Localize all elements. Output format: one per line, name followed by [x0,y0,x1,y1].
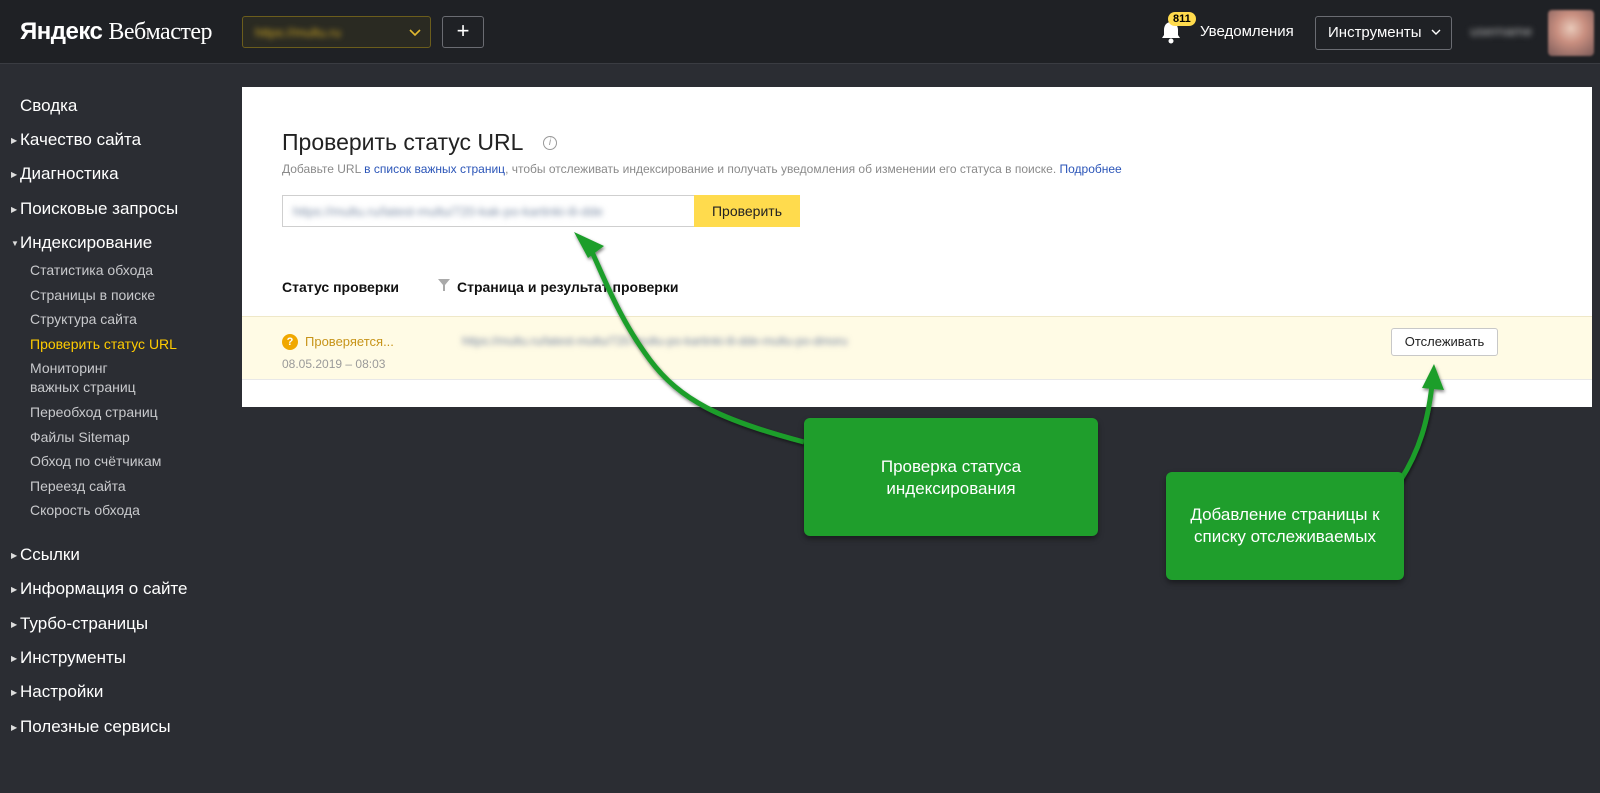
caret-right-icon: ▶ [11,620,18,629]
sidebar-item-label: Диагностика [20,164,119,183]
notifications-count-badge: 811 [1168,12,1196,26]
sidebar: Сводка ▶ Качество сайта ▶ Диагностика ▶ Пои… [0,64,240,793]
chevron-down-icon [409,29,421,37]
sidebar-item-tools[interactable]: ▶ Инструменты [11,648,127,668]
subtitle-text: Добавьте URL [282,162,365,176]
caret-down-icon: ▼ [11,239,19,248]
chevron-down-icon [1431,29,1441,35]
sidebar-item-label: Турбо-страницы [20,614,149,633]
important-pages-link[interactable]: в список важных страниц [364,162,505,176]
table-row: ? Проверяется... 08.05.2019 – 08:03 http… [242,316,1592,380]
sidebar-subitem-sitemap[interactable]: Файлы Sitemap [30,428,130,446]
callout-line: индексирования [886,479,1016,498]
tools-label: Инструменты [1328,24,1422,41]
sidebar-item-useful-services[interactable]: ▶ Полезные сервисы [11,717,171,737]
user-name[interactable]: username [1470,23,1532,39]
caret-right-icon: ▶ [11,654,18,663]
caret-right-icon: ▶ [11,688,18,697]
sidebar-subitem-counter-crawl[interactable]: Обход по счётчикам [30,452,161,470]
callout-line: списку отслеживаемых [1194,527,1376,546]
row-url-link[interactable]: https://multu.ru/latest-multu/720-multu-… [462,334,847,348]
sidebar-subitem-pages-in-search[interactable]: Страницы в поиске [30,286,155,304]
more-link[interactable]: Подробнее [1059,162,1121,176]
sidebar-item-label: Полезные сервисы [20,717,171,736]
sidebar-item-label: Ссылки [20,545,80,564]
main-panel: Проверить статус URL i Добавьте URL в сп… [242,87,1592,407]
site-selector-value: https://multu.ru [255,25,341,40]
sidebar-item-summary[interactable]: Сводка [20,96,77,116]
sidebar-item-label: Качество сайта [20,130,142,149]
sidebar-item-label: Индексирование [20,233,153,252]
sidebar-item-label: Сводка [20,96,78,115]
top-header: Яндекс Вебмастер https://multu.ru + 811 У… [0,0,1600,64]
logo-brand: Яндекс [20,18,103,45]
sidebar-subitem-crawl-stats[interactable]: Статистика обхода [30,261,153,279]
sidebar-item-site-info[interactable]: ▶ Информация о сайте [11,579,188,599]
notifications-link[interactable]: Уведомления [1200,23,1294,40]
sidebar-item-label: Инструменты [20,648,127,667]
callout-line: Добавление страницы к [1190,505,1380,524]
sidebar-item-diagnostics[interactable]: ▶ Диагностика [11,164,119,184]
check-button[interactable]: Проверить [694,195,800,227]
url-input-value: https://multu.ru/latest-multu/720-kak-po… [293,204,603,219]
sidebar-subitem-site-move[interactable]: Переезд сайта [30,477,126,495]
caret-right-icon: ▶ [11,205,18,214]
tools-dropdown-button[interactable]: Инструменты [1315,16,1452,50]
sidebar-item-label: Поисковые запросы [20,199,179,218]
track-button[interactable]: Отслеживать [1391,328,1498,356]
callout-line: Проверка статуса [880,457,1022,476]
sidebar-subitem-recrawl[interactable]: Переобход страниц [30,403,158,421]
caret-right-icon: ▶ [11,170,18,179]
status-text: Проверяется... [305,334,394,349]
logo-product: Вебмастер [108,19,212,45]
url-input[interactable]: https://multu.ru/latest-multu/720-kak-po… [282,195,694,227]
page-subtitle: Добавьте URL в список важных страниц, чт… [282,162,1122,176]
page-title: Проверить статус URL [282,129,524,155]
callout-check-status: Проверка статуса индексирования [804,418,1098,536]
sidebar-item-links[interactable]: ▶ Ссылки [11,545,80,565]
sidebar-item-turbo[interactable]: ▶ Турбо-страницы [11,614,149,634]
yandex-webmaster-logo[interactable]: Яндекс Вебмастер [20,18,212,46]
sidebar-subitem-site-structure[interactable]: Структура сайта [30,310,137,328]
sidebar-item-quality[interactable]: ▶ Качество сайта [11,130,142,150]
sidebar-item-settings[interactable]: ▶ Настройки [11,682,104,702]
info-icon[interactable]: i [543,136,557,150]
sidebar-item-indexing[interactable]: ▼ Индексирование [11,233,153,253]
caret-right-icon: ▶ [11,136,18,145]
sidebar-subitem-monitoring-line2[interactable]: важных страниц [30,378,136,396]
avatar[interactable] [1548,10,1594,56]
sidebar-subitem-monitoring[interactable]: Мониторинг [30,359,108,377]
add-site-button[interactable]: + [442,16,484,48]
subtitle-text-rest: , чтобы отслеживать индексирование и пол… [505,162,1060,176]
filter-icon[interactable] [438,279,450,291]
column-header-page: Страница и результат проверки [457,279,679,295]
caret-right-icon: ▶ [11,551,18,560]
question-icon: ? [282,334,298,350]
callout-add-tracking: Добавление страницы к списку отслеживаем… [1166,472,1404,580]
sidebar-subitem-crawl-speed[interactable]: Скорость обхода [30,501,140,519]
status-date: 08.05.2019 – 08:03 [282,357,386,371]
caret-right-icon: ▶ [11,585,18,594]
sidebar-item-label: Настройки [20,682,104,701]
caret-right-icon: ▶ [11,723,18,732]
column-header-status: Статус проверки [282,279,400,295]
site-selector[interactable]: https://multu.ru [242,16,431,48]
sidebar-subitem-check-url-status[interactable]: Проверить статус URL [30,335,177,353]
sidebar-item-label: Информация о сайте [20,579,188,598]
sidebar-item-search-queries[interactable]: ▶ Поисковые запросы [11,199,179,219]
